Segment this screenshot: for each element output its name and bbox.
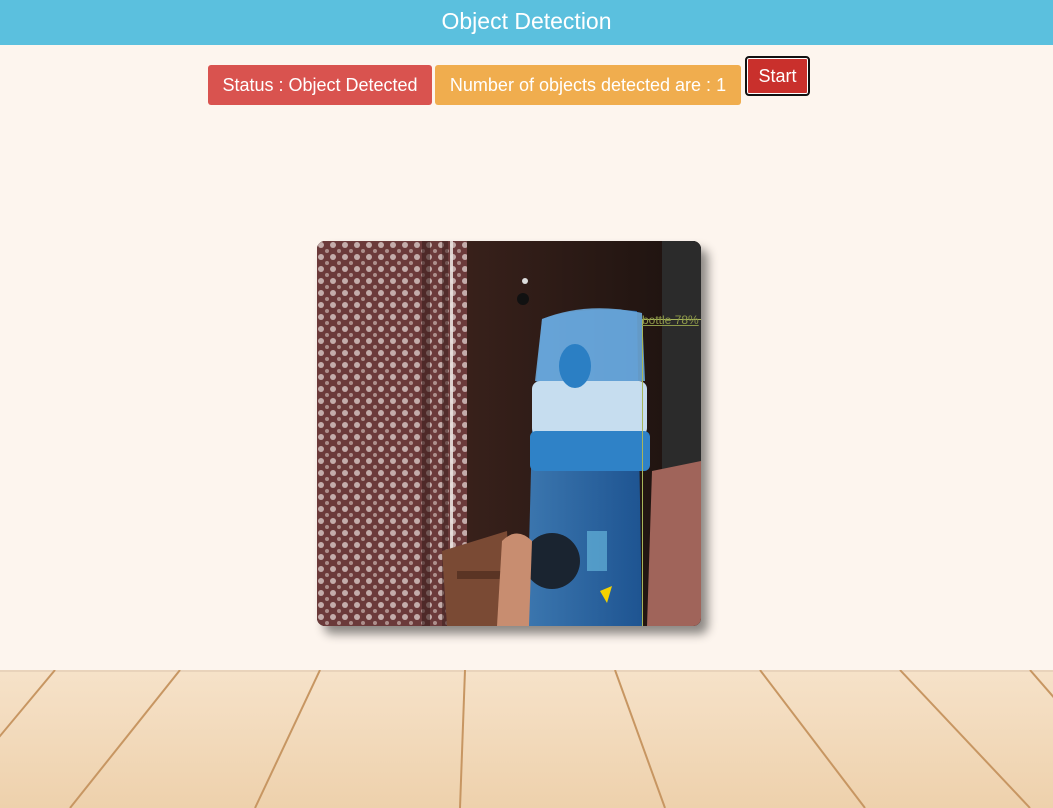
status-bar: Status : Object Detected Number of objec… <box>0 56 1053 106</box>
detection-bounding-box <box>642 319 701 626</box>
webcam-video-feed: bottle 78% <box>317 241 701 626</box>
floor-image <box>0 670 1053 808</box>
page-title: Object Detection <box>441 8 612 34</box>
wooden-floor-background <box>0 670 1053 808</box>
page-header: Object Detection <box>0 0 1053 45</box>
start-button[interactable]: Start <box>745 56 810 96</box>
status-badge: Status : Object Detected <box>208 65 432 105</box>
detection-label: bottle 78% <box>642 313 699 327</box>
object-count-badge: Number of objects detected are : 1 <box>435 65 741 105</box>
